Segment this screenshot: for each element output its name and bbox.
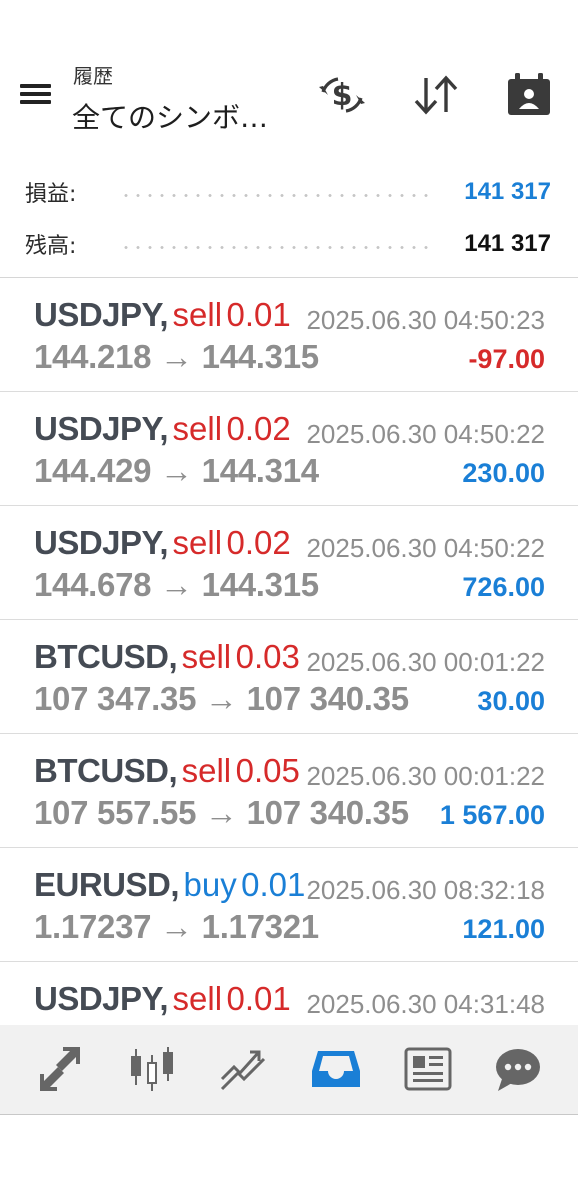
trade-icon[interactable] bbox=[216, 1043, 272, 1095]
trade-volume: 0.03 bbox=[235, 638, 300, 675]
top-app-bar: 履歴 全てのシンボ… $ bbox=[0, 0, 578, 160]
trade-symbol: USDJPY, bbox=[34, 410, 169, 447]
balance-label: 残高: bbox=[25, 234, 77, 259]
quotes-icon[interactable] bbox=[32, 1043, 88, 1095]
open-price: 1.17237 bbox=[34, 908, 152, 945]
trade-volume: 0.01 bbox=[226, 980, 291, 1017]
trade-side: sell bbox=[172, 524, 223, 561]
trade-profit: -97.00 bbox=[468, 344, 545, 374]
trade-row[interactable]: USDJPY, sell 0.01 2025.06.30 04:50:23 14… bbox=[0, 278, 578, 392]
trade-row[interactable]: BTCUSD, sell 0.03 2025.06.30 00:01:22 10… bbox=[0, 620, 578, 734]
close-price: 144.315 bbox=[201, 566, 319, 603]
trade-time: 2025.06.30 04:31:48 bbox=[306, 989, 545, 1019]
trade-row[interactable]: USDJPY, sell 0.02 2025.06.30 04:50:22 14… bbox=[0, 392, 578, 506]
trade-volume: 0.05 bbox=[235, 752, 300, 789]
menu-icon[interactable] bbox=[18, 80, 54, 110]
currency-exchange-icon[interactable]: $ bbox=[316, 70, 368, 120]
trade-volume: 0.02 bbox=[226, 410, 291, 447]
profit-label: 損益: bbox=[25, 182, 77, 207]
profit-dots bbox=[120, 194, 428, 197]
trade-symbol: EURUSD, bbox=[34, 866, 180, 903]
trade-volume: 0.02 bbox=[226, 524, 291, 561]
trade-symbol: USDJPY, bbox=[34, 296, 169, 333]
trade-time: 2025.06.30 04:50:22 bbox=[306, 533, 545, 563]
open-price: 144.678 bbox=[34, 566, 152, 603]
svg-text:$: $ bbox=[332, 78, 353, 113]
open-price: 144.429 bbox=[34, 452, 152, 489]
open-price: 107 347.35 bbox=[34, 680, 197, 717]
trade-profit: 726.00 bbox=[462, 572, 545, 602]
balance-value: 141 317 bbox=[464, 230, 551, 257]
arrow-icon: → bbox=[160, 566, 193, 603]
trade-symbol: USDJPY, bbox=[34, 980, 169, 1017]
arrow-icon: → bbox=[160, 908, 193, 945]
trade-side: sell bbox=[172, 980, 223, 1017]
trade-time: 2025.06.30 04:50:22 bbox=[306, 419, 545, 449]
trade-profit: 121.00 bbox=[462, 914, 545, 944]
trade-time: 2025.06.30 08:32:18 bbox=[306, 875, 545, 905]
news-icon[interactable] bbox=[400, 1043, 456, 1095]
trade-profit: 230.00 bbox=[462, 458, 545, 488]
open-price: 107 557.55 bbox=[34, 794, 197, 831]
trade-symbol: BTCUSD, bbox=[34, 752, 178, 789]
messages-icon[interactable] bbox=[490, 1043, 546, 1095]
symbol-filter-title[interactable]: 全てのシンボ… bbox=[72, 96, 268, 136]
trade-side: sell bbox=[181, 638, 232, 675]
close-price: 1.17321 bbox=[201, 908, 319, 945]
calendar-icon[interactable] bbox=[505, 70, 557, 120]
arrow-icon: → bbox=[160, 338, 193, 375]
close-price: 107 340.35 bbox=[246, 680, 409, 717]
close-price: 144.314 bbox=[201, 452, 319, 489]
arrow-icon: → bbox=[160, 452, 193, 489]
chart-icon[interactable] bbox=[124, 1043, 180, 1095]
trade-side: buy bbox=[183, 866, 237, 903]
trade-profit: 30.00 bbox=[477, 686, 545, 716]
trade-symbol: BTCUSD, bbox=[34, 638, 178, 675]
trade-row[interactable]: BTCUSD, sell 0.05 2025.06.30 00:01:22 10… bbox=[0, 734, 578, 848]
open-price: 144.218 bbox=[34, 338, 152, 375]
account-summary: 損益: 141 317 残高: 141 317 bbox=[0, 160, 578, 278]
balance-row: 残高: 141 317 bbox=[0, 222, 578, 262]
arrow-icon: → bbox=[205, 680, 238, 717]
trade-symbol: USDJPY, bbox=[34, 524, 169, 561]
trade-row[interactable]: USDJPY, sell 0.02 2025.06.30 04:50:22 14… bbox=[0, 506, 578, 620]
trade-row[interactable]: EURUSD, buy 0.01 2025.06.30 08:32:18 1.1… bbox=[0, 848, 578, 962]
bottom-navigation bbox=[0, 1025, 578, 1115]
trade-volume: 0.01 bbox=[241, 866, 306, 903]
trade-time: 2025.06.30 00:01:22 bbox=[306, 647, 545, 677]
trade-time: 2025.06.30 04:50:23 bbox=[306, 305, 545, 335]
trade-volume: 0.01 bbox=[226, 296, 291, 333]
trade-side: sell bbox=[181, 752, 232, 789]
history-icon[interactable] bbox=[308, 1043, 364, 1095]
arrow-icon: → bbox=[205, 794, 238, 831]
trade-side: sell bbox=[172, 296, 223, 333]
sort-icon[interactable] bbox=[410, 70, 462, 120]
trade-time: 2025.06.30 00:01:22 bbox=[306, 761, 545, 791]
balance-dots bbox=[120, 246, 428, 249]
trade-side: sell bbox=[172, 410, 223, 447]
close-price: 107 340.35 bbox=[246, 794, 409, 831]
close-price: 144.315 bbox=[201, 338, 319, 375]
trade-profit: 1 567.00 bbox=[439, 800, 545, 830]
page-subtitle: 履歴 bbox=[73, 64, 113, 88]
profit-value: 141 317 bbox=[464, 178, 551, 205]
profit-row: 損益: 141 317 bbox=[0, 170, 578, 210]
